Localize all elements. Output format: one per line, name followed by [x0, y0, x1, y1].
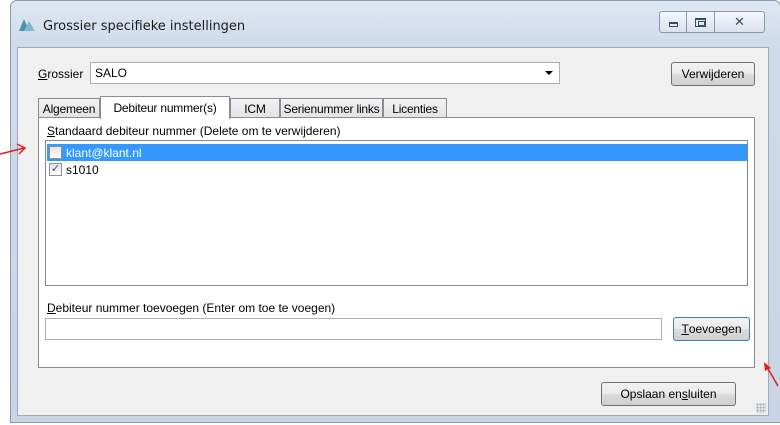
save-and-close-button[interactable]: Opslaan en s luiten: [601, 382, 736, 406]
list-item-label: klant@klant.nl: [66, 145, 142, 160]
dialog-client-area: Grossier SALO Verwijderen Algemeen Debit…: [17, 47, 769, 416]
close-icon: ✕: [734, 14, 745, 30]
close-button[interactable]: ✕: [715, 11, 765, 33]
tab-serienummer-links[interactable]: Serienummer links: [280, 98, 383, 118]
grossier-select-value: SALO: [95, 66, 128, 80]
add-debtor-input[interactable]: [45, 318, 662, 340]
grossier-label: Grossier: [38, 67, 84, 81]
annotation-arrow-icon: [0, 143, 27, 155]
chevron-down-icon[interactable]: [545, 71, 553, 75]
grossier-select[interactable]: SALO: [90, 62, 560, 84]
list-item[interactable]: klant@klant.nl: [47, 144, 747, 161]
resize-grip-icon[interactable]: [756, 403, 766, 413]
add-button[interactable]: Toevoegen: [673, 317, 750, 341]
dialog-window: Grossier specifieke instellingen ✕ Gross…: [10, 0, 780, 423]
minimize-button[interactable]: [659, 11, 687, 33]
add-debtor-label: Debiteur nummer toevoegen (Enter om toe …: [47, 301, 336, 315]
tab-licenties[interactable]: Licenties: [383, 98, 447, 118]
check-icon: ✓: [50, 163, 61, 175]
list-item-label: s1010: [66, 162, 99, 177]
debiteur-tab-panel: Standaard debiteur nummer (Delete om te …: [38, 117, 755, 368]
maximize-icon: [695, 17, 706, 27]
debtor-checklist[interactable]: klant@klant.nl ✓ s1010: [45, 140, 748, 286]
debtor-list-label: Standaard debiteur nummer (Delete om te …: [47, 124, 341, 138]
caption-buttons: ✕: [659, 11, 765, 35]
list-item[interactable]: ✓ s1010: [47, 161, 747, 178]
maximize-button[interactable]: [687, 11, 715, 33]
annotation-arrow-icon: [764, 362, 779, 387]
title-bar[interactable]: Grossier specifieke instellingen ✕: [11, 1, 780, 47]
triangles-icon: [19, 19, 35, 31]
item-checkbox[interactable]: [49, 146, 62, 159]
minimize-icon: [668, 22, 678, 27]
tab-algemeen[interactable]: Algemeen: [38, 98, 100, 118]
item-checkbox[interactable]: ✓: [49, 163, 62, 176]
tab-debiteur-nummers[interactable]: Debiteur nummer(s): [100, 96, 230, 119]
tab-icm[interactable]: ICM: [230, 98, 280, 118]
delete-button[interactable]: Verwijderen: [671, 62, 755, 86]
window-title: Grossier specifieke instellingen: [43, 19, 246, 34]
